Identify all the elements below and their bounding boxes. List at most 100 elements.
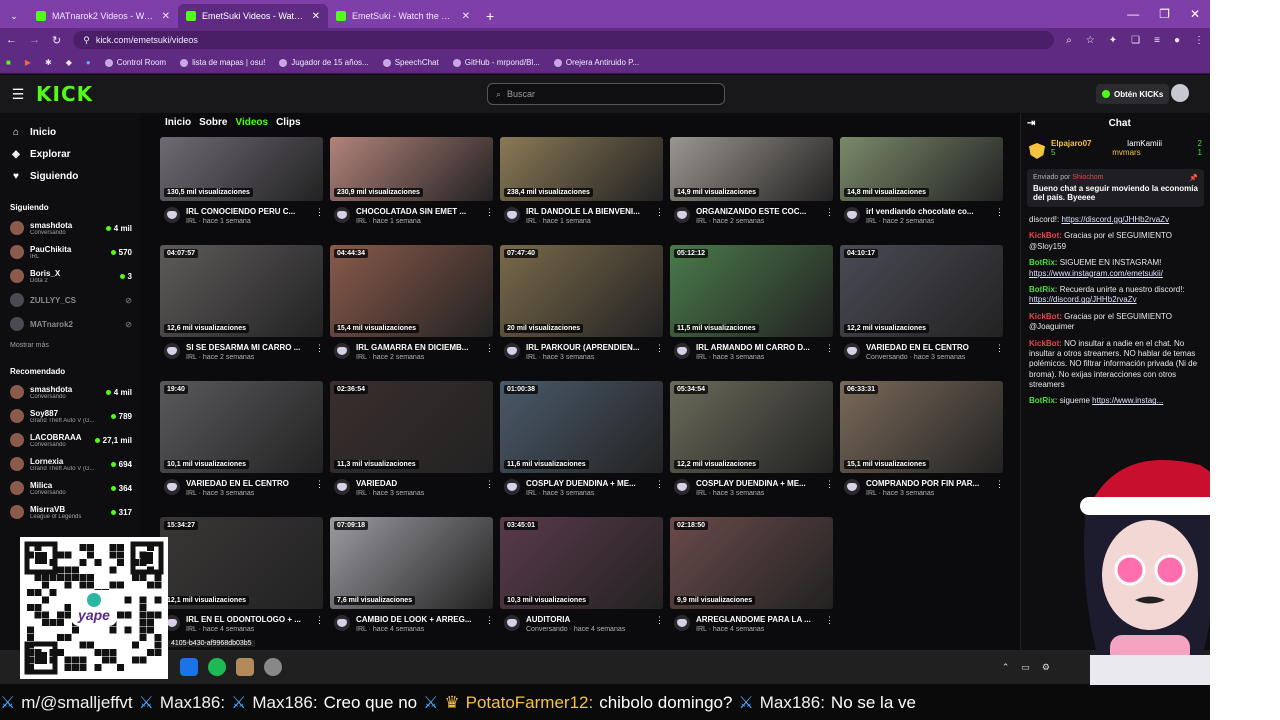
video-thumbnail[interactable]: 01:00:38 11,6 mil visualizaciones <box>500 381 663 473</box>
video-title[interactable]: ORGANIZANDO ESTE COC... <box>696 207 819 216</box>
video-title[interactable]: IRL PARKOUR (APRENDIEN... <box>526 343 649 352</box>
channel-avatar[interactable] <box>844 207 860 223</box>
youtube-bookmark-icon[interactable]: ▶ <box>25 58 31 67</box>
battery-icon[interactable]: ▭ <box>1021 662 1030 673</box>
video-card[interactable]: 03:45:01 10,3 mil visualizaciones AUDITORI… <box>500 517 664 633</box>
chat-link[interactable]: https://www.instag... <box>1092 396 1163 405</box>
video-thumbnail[interactable]: 04:44:34 15,4 mil visualizaciones <box>330 245 493 337</box>
blue-bookmark-icon[interactable]: ● <box>86 58 91 67</box>
chat-username[interactable]: KickBot: <box>1029 231 1062 240</box>
more-options-icon[interactable]: ⋮ <box>655 615 664 633</box>
channel-avatar[interactable] <box>334 207 350 223</box>
video-card[interactable]: 04:07:57 12,6 mil visualizaciones SI SE DE… <box>160 245 324 361</box>
more-options-icon[interactable]: ⋮ <box>485 207 494 225</box>
tab-clips[interactable]: Clips <box>276 117 300 128</box>
channel-avatar[interactable] <box>504 207 520 223</box>
sidebar-item-inicio[interactable]: ⌂ Inicio <box>0 121 140 143</box>
new-tab-button[interactable]: + <box>478 4 502 28</box>
tab-inicio[interactable]: Inicio <box>165 117 191 128</box>
channel-item[interactable]: Boris_X Dota 2 3 <box>0 264 140 288</box>
more-options-icon[interactable]: ⋮ <box>995 207 1004 225</box>
video-thumbnail[interactable]: 19:40 10,1 mil visualizaciones <box>160 381 323 473</box>
video-card[interactable]: 01:00:38 11,6 mil visualizaciones COSPLAY … <box>500 381 664 497</box>
video-title[interactable]: IRL EN EL ODONTOLOGO + ... <box>186 615 309 624</box>
spotify-icon[interactable] <box>208 658 226 676</box>
more-options-icon[interactable]: ⋮ <box>315 343 324 361</box>
leader-name[interactable]: IamKamiii <box>1127 139 1162 148</box>
channel-avatar[interactable] <box>674 207 690 223</box>
chat-username[interactable]: BotRix: <box>1029 396 1057 405</box>
video-card[interactable]: 15:34:27 12,1 mil visualizaciones IRL EN E… <box>160 517 324 633</box>
video-thumbnail[interactable]: 07:47:40 20 mil visualizaciones <box>500 245 663 337</box>
browser-tab[interactable]: EmetSuki Videos - Watch On-D ✕ <box>178 4 328 28</box>
video-card[interactable]: 19:40 10,1 mil visualizaciones VARIEDAD EN… <box>160 381 324 497</box>
sidebar-item-siguiendo[interactable]: ♥ Siguiendo <box>0 165 140 187</box>
channel-item[interactable]: PauChikita IRL 570 <box>0 240 140 264</box>
video-card[interactable]: 04:44:34 15,4 mil visualizaciones IRL GAMA… <box>330 245 494 361</box>
video-title[interactable]: VARIEDAD EN EL CENTRO <box>186 479 309 488</box>
video-thumbnail[interactable]: 05:34:54 12,2 mil visualizaciones <box>670 381 833 473</box>
search-input[interactable]: ⌕ Buscar <box>487 83 725 105</box>
close-tab-icon[interactable]: ✕ <box>162 11 170 22</box>
more-options-icon[interactable]: ⋮ <box>315 615 324 633</box>
channel-avatar[interactable] <box>164 207 180 223</box>
get-kicks-button[interactable]: Obtén KICKs <box>1096 84 1170 104</box>
chat-link[interactable]: https://www.instagram.com/emetsukii/ <box>1029 269 1163 278</box>
bookmark-item[interactable]: Control Room <box>104 58 166 67</box>
more-options-icon[interactable]: ⋮ <box>655 343 664 361</box>
tab-videos[interactable]: Videos <box>235 117 268 128</box>
more-options-icon[interactable]: ⋮ <box>825 207 834 225</box>
close-window-icon[interactable]: ✕ <box>1190 7 1200 21</box>
bookmark-item[interactable]: Orejera Antiruido P... <box>553 58 639 67</box>
bookmark-item[interactable]: SpeechChat <box>382 58 439 67</box>
video-thumbnail[interactable]: 07:09:18 7,6 mil visualizaciones <box>330 517 493 609</box>
url-field[interactable]: ⚲ kick.com/emetsuki/videos <box>73 31 1055 49</box>
video-card[interactable]: 130,5 mil visualizaciones IRL CONOCIENDO … <box>160 137 324 225</box>
puzzle-icon[interactable]: ❏ <box>1131 35 1140 46</box>
close-tab-icon[interactable]: ✕ <box>462 11 470 22</box>
video-card[interactable]: 238,4 mil visualizaciones IRL DANDOLE LA … <box>500 137 664 225</box>
video-thumbnail[interactable]: 14,9 mil visualizaciones <box>670 137 833 201</box>
more-options-icon[interactable]: ⋮ <box>655 479 664 497</box>
video-card[interactable]: 07:09:18 7,6 mil visualizaciones CAMBIO DE… <box>330 517 494 633</box>
browser-tab[interactable]: EmetSuki - Watch the VOD on ✕ <box>328 4 478 28</box>
forward-icon[interactable]: → <box>29 34 40 46</box>
more-options-icon[interactable]: ⋮ <box>825 479 834 497</box>
channel-avatar[interactable] <box>674 343 690 359</box>
channel-item[interactable]: MisrraVB League of Legends 317 <box>0 500 140 524</box>
chat-link[interactable]: https://discord.gg/JHHb2rvaZv <box>1061 215 1169 224</box>
video-thumbnail[interactable]: 03:45:01 10,3 mil visualizaciones <box>500 517 663 609</box>
video-card[interactable]: 14,9 mil visualizaciones ORGANIZANDO ESTE… <box>670 137 834 225</box>
browser-menu-icon[interactable]: ⋮ <box>1194 35 1204 46</box>
more-options-icon[interactable]: ⋮ <box>825 343 834 361</box>
more-options-icon[interactable]: ⋮ <box>825 615 834 633</box>
minimize-icon[interactable]: — <box>1127 7 1139 21</box>
pin-icon[interactable]: 📌 <box>1189 174 1198 182</box>
video-card[interactable]: 14,8 mil visualizaciones irl vendiando ch… <box>840 137 1004 225</box>
video-title[interactable]: IRL ARMANDO MI CARRO D... <box>696 343 819 352</box>
channel-avatar[interactable] <box>504 479 520 495</box>
video-thumbnail[interactable]: 05:12:12 11,5 mil visualizaciones <box>670 245 833 337</box>
more-options-icon[interactable]: ⋮ <box>655 207 664 225</box>
video-title[interactable]: irl vendiando chocolate co... <box>866 207 989 216</box>
more-options-icon[interactable]: ⋮ <box>995 343 1004 361</box>
diamond-bookmark-icon[interactable]: ◆ <box>66 58 72 67</box>
hamburger-menu-icon[interactable]: ☰ <box>0 86 36 103</box>
video-thumbnail[interactable]: 02:18:50 9,9 mil visualizaciones <box>670 517 833 609</box>
browser-tab[interactable]: MATnarok2 Videos - Watch On- ✕ <box>28 4 178 28</box>
video-title[interactable]: IRL CONOCIENDO PERU C... <box>186 207 309 216</box>
channel-avatar[interactable] <box>844 479 860 495</box>
tray-chevron-icon[interactable]: ⌃ <box>1002 662 1010 673</box>
chat-username[interactable]: BotRix: <box>1029 258 1057 267</box>
channel-avatar[interactable] <box>504 615 520 631</box>
channel-avatar[interactable] <box>334 479 350 495</box>
app-icon[interactable] <box>236 658 254 676</box>
channel-avatar[interactable] <box>674 615 690 631</box>
channel-avatar[interactable] <box>504 343 520 359</box>
channel-item[interactable]: Soy887 Grand Theft Auto V (G... 789 <box>0 404 140 428</box>
pinned-user[interactable]: Shiochom <box>1072 174 1103 181</box>
maximize-icon[interactable]: ❐ <box>1159 7 1170 21</box>
video-thumbnail[interactable]: 15:34:27 12,1 mil visualizaciones <box>160 517 323 609</box>
close-tab-icon[interactable]: ✕ <box>312 11 320 22</box>
video-card[interactable]: 230,9 mil visualizaciones CHOCOLATADA SIN… <box>330 137 494 225</box>
